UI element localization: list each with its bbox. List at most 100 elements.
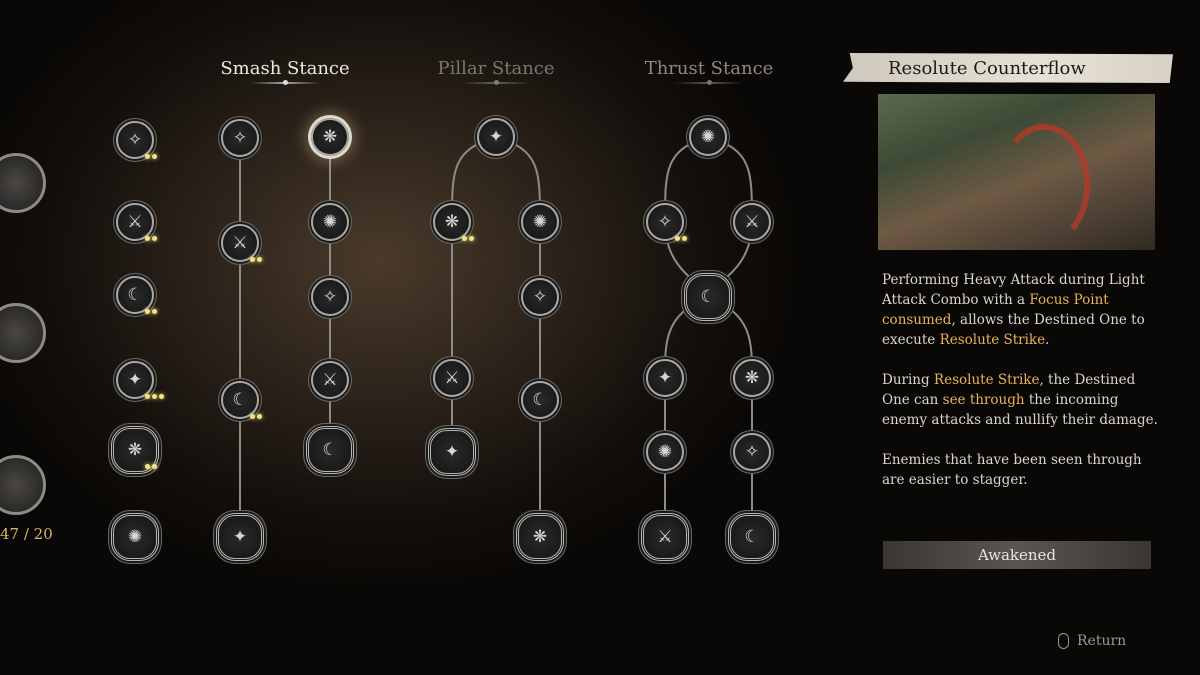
skill-glyph-icon: ✺: [700, 127, 716, 147]
skill-glyph-icon: ☾: [322, 440, 338, 460]
skill-glyph-icon: ✦: [232, 527, 248, 547]
skill-glyph-icon: ✺: [322, 212, 338, 232]
skill-glyph-icon: ✧: [657, 212, 673, 232]
skill-node[interactable]: ⚔: [433, 359, 471, 397]
pip: [250, 257, 255, 262]
skill-point-pips: [145, 394, 164, 399]
pip: [675, 236, 680, 241]
tree-link: [664, 296, 709, 537]
skill-node[interactable]: ✦: [646, 359, 684, 397]
skill-glyph-icon: ⚔: [232, 233, 248, 253]
pip: [250, 414, 255, 419]
skill-point-pips: [462, 236, 474, 241]
return-label: Return: [1077, 633, 1127, 649]
skill-glyph-icon: ✦: [127, 370, 143, 390]
pip: [152, 236, 157, 241]
pip: [682, 236, 687, 241]
pip: [145, 394, 150, 399]
skill-glyph-icon: ☾: [232, 390, 248, 410]
skill-glyph-icon: ✧: [232, 128, 248, 148]
skill-glyph-icon: ☾: [532, 390, 548, 410]
pip: [145, 309, 150, 314]
skill-node[interactable]: ☾: [306, 426, 354, 474]
skill-description: Performing Heavy Attack during Light Att…: [882, 270, 1162, 510]
skill-node[interactable]: ⚔: [641, 513, 689, 561]
skill-node[interactable]: ✦: [477, 118, 515, 156]
pip: [152, 464, 157, 469]
skill-node[interactable]: ✧: [311, 278, 349, 316]
skill-glyph-icon: ⚔: [127, 212, 143, 232]
skill-node[interactable]: ✧: [221, 119, 259, 157]
pip: [257, 257, 262, 262]
skill-glyph-icon: ⚔: [444, 368, 460, 388]
description-text: .: [1045, 332, 1050, 348]
skill-glyph-icon: ✧: [322, 287, 338, 307]
skill-point-pips: [145, 464, 157, 469]
skill-point-pips: [250, 257, 262, 262]
skill-point-pips: [145, 154, 157, 159]
skill-glyph-icon: ❋: [444, 212, 460, 232]
skill-glyph-icon: ⚔: [744, 212, 760, 232]
skill-glyph-icon: ☾: [744, 527, 760, 547]
skill-point-pips: [675, 236, 687, 241]
skill-glyph-icon: ✺: [127, 527, 143, 547]
skill-node[interactable]: ✦: [216, 513, 264, 561]
description-paragraph: Performing Heavy Attack during Light Att…: [882, 270, 1162, 350]
skill-node-selected[interactable]: ❋: [311, 118, 349, 156]
description-text: During: [882, 372, 934, 388]
skill-glyph-icon: ✦: [488, 127, 504, 147]
tree-link: [707, 296, 753, 537]
skill-node[interactable]: ✺: [689, 118, 727, 156]
skill-node[interactable]: ⚔: [733, 203, 771, 241]
skill-node[interactable]: ✺: [311, 203, 349, 241]
pip: [462, 236, 467, 241]
description-paragraph: Enemies that have been seen through are …: [882, 450, 1162, 490]
skill-node[interactable]: ☾: [521, 381, 559, 419]
skill-glyph-icon: ✺: [657, 442, 673, 462]
skill-glyph-icon: ✧: [744, 442, 760, 462]
mouse-icon: [1058, 633, 1069, 649]
description-paragraph: During Resolute Strike, the Destined One…: [882, 370, 1162, 430]
skill-glyph-icon: ✺: [532, 212, 548, 232]
pip: [145, 236, 150, 241]
skill-point-pips: [145, 309, 157, 314]
skill-node[interactable]: ☾: [684, 273, 732, 321]
skill-glyph-icon: ✦: [444, 442, 460, 462]
skill-node[interactable]: ⚔: [311, 361, 349, 399]
skill-node[interactable]: ✧: [521, 278, 559, 316]
skill-point-pips: [145, 236, 157, 241]
skill-glyph-icon: ☾: [127, 285, 143, 305]
pip: [152, 309, 157, 314]
skill-glyph-icon: ☾: [700, 287, 716, 307]
skill-node[interactable]: ☾: [728, 513, 776, 561]
skill-point-pips: [250, 414, 262, 419]
pip: [257, 414, 262, 419]
skill-glyph-icon: ✧: [127, 130, 143, 150]
skill-node[interactable]: ✦: [428, 428, 476, 476]
skill-node[interactable]: ✺: [521, 203, 559, 241]
skill-node[interactable]: ❋: [733, 359, 771, 397]
skill-node[interactable]: ✺: [646, 433, 684, 471]
return-button[interactable]: Return: [1058, 633, 1126, 649]
skill-glyph-icon: ❋: [127, 440, 143, 460]
pip: [152, 154, 157, 159]
skill-glyph-icon: ⚔: [657, 527, 673, 547]
skill-node[interactable]: ❋: [516, 513, 564, 561]
pip: [145, 464, 150, 469]
keyword-highlight: Resolute Strike: [933, 372, 1040, 388]
tree-link: [451, 136, 497, 452]
skill-glyph-icon: ✧: [532, 287, 548, 307]
skill-node[interactable]: ✧: [733, 433, 771, 471]
description-text: Enemies that have been seen through are …: [882, 452, 1142, 488]
skill-node[interactable]: ✺: [111, 513, 159, 561]
awakened-status-button[interactable]: Awakened: [883, 541, 1151, 569]
pip: [159, 394, 164, 399]
skill-glyph-icon: ✦: [657, 368, 673, 388]
skill-preview-video: [878, 94, 1155, 250]
keyword-highlight: see through: [942, 392, 1025, 408]
pip: [152, 394, 157, 399]
skill-glyph-icon: ⚔: [322, 370, 338, 390]
skill-glyph-icon: ❋: [744, 368, 760, 388]
pip: [145, 154, 150, 159]
skill-glyph-icon: ❋: [322, 127, 338, 147]
